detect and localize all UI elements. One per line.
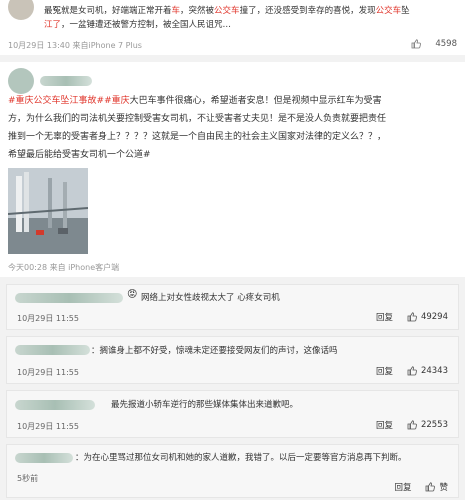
thumbs-up-icon [425,482,436,492]
post-2: #重庆公交车坠江事故##重庆大巴车事件很痛心，希望逝者安息！但是视频中显示红车为… [0,62,465,277]
commenter-name-blurred[interactable] [15,400,95,410]
reply-button[interactable]: 回复 [394,481,411,493]
comment-1: 😡 网络上对女性歧视太大了 心疼女司机 10月29日 11:55 回复 4929… [6,284,459,330]
post-2-line-3: 推到一个无辜的受害者身上？？？？这就是一个自由民主的社会主义国家对法律的定义么？… [8,132,387,142]
commenter-name-blurred[interactable] [15,453,73,463]
comment-3: 最先报道小轿车逆行的那些媒体集体出来道歉吧。 10月29日 11:55 回复 2… [6,390,459,438]
comment-1-like-count: 49294 [420,312,448,322]
post-2-line-2: 方，为什么我们的司法机关要控制受害女司机，不让受害者丈夫见！是不是没人负责就要把… [8,114,387,124]
thumbs-up-icon [407,420,417,430]
thumbs-up-icon [407,312,417,322]
post-2-line-4: 希望最后能给受害女司机一个公道# [8,150,151,160]
bridge-scene-image [8,168,88,254]
comment-2-text: ：搁谁身上都不好受，惊魂未定还要接受网友们的声讨，这像话吗 [91,346,338,356]
post-1-time: 10月29日 13:40 来自iPhone 7 Plus [8,41,142,50]
post-2-time: 今天00:28 来自 iPhone客户端 [8,263,120,272]
reply-button[interactable]: 回复 [376,419,393,431]
post-1-text-line2: 江了，一盆锤遭还被警方控制，被全国人民诅咒… [44,20,232,30]
comment-4-time: 5秒前 [17,474,39,483]
comment-3-like-count: 22553 [420,420,448,430]
comment-2: ：搁谁身上都不好受，惊魂未定还要接受网友们的声讨，这像话吗 10月29日 11:… [6,336,459,384]
comment-3-time: 10月29日 11:55 [17,422,79,431]
comment-4-like-button[interactable]: 赞 [425,481,448,493]
commenter-name-blurred[interactable] [15,293,123,303]
comment-3-text: 最先报道小轿车逆行的那些媒体集体出来道歉吧。 [111,400,299,410]
comment-4-text: ：为在心里骂过那位女司机和她的家人道歉，我错了。以后一定要等官方消息再下判断。 [75,453,407,463]
avatar[interactable] [8,68,34,94]
comment-4-like-label: 赞 [439,483,448,493]
post-1-like-button[interactable]: 4598 [411,39,457,49]
post-1-like-count: 4598 [435,39,457,49]
comment-2-like-count: 24343 [420,366,448,376]
thumbs-up-icon [411,39,422,49]
post-1-text: 最冤就是女司机，好端端正常开着车，突然被公交车撞了，还没感受到幸存的喜悦，发现公… [44,6,410,16]
comment-1-time: 10月29日 11:55 [17,314,79,323]
comment-2-like-button[interactable]: 24343 [407,366,448,376]
reply-button[interactable]: 回复 [376,311,393,323]
thumbs-up-icon [407,366,417,376]
comment-1-text: 网络上对女性歧视太大了 心疼女司机 [141,293,280,303]
comment-4: ：为在心里骂过那位女司机和她的家人道歉，我错了。以后一定要等官方消息再下判断。 … [6,444,459,498]
comment-3-like-button[interactable]: 22553 [407,420,448,430]
comment-2-time: 10月29日 11:55 [17,368,79,377]
post-2-photo[interactable] [8,168,88,254]
commenter-name-blurred[interactable] [15,345,90,355]
post-2-line-1: #重庆公交车坠江事故##重庆大巴车事件很痛心，希望逝者安息！但是视频中显示红车为… [8,96,382,106]
post-2-body: #重庆公交车坠江事故##重庆大巴车事件很痛心，希望逝者安息！但是视频中显示红车为… [8,94,457,163]
reply-button[interactable]: 回复 [376,365,393,377]
angry-face-emoji: 😡 [127,289,138,300]
post-1: 最冤就是女司机，好端端正常开着车，突然被公交车撞了，还没感受到幸存的喜悦，发现公… [0,0,465,55]
avatar[interactable] [8,0,34,20]
comment-1-like-button[interactable]: 49294 [407,312,448,322]
username-blurred[interactable] [40,76,92,86]
